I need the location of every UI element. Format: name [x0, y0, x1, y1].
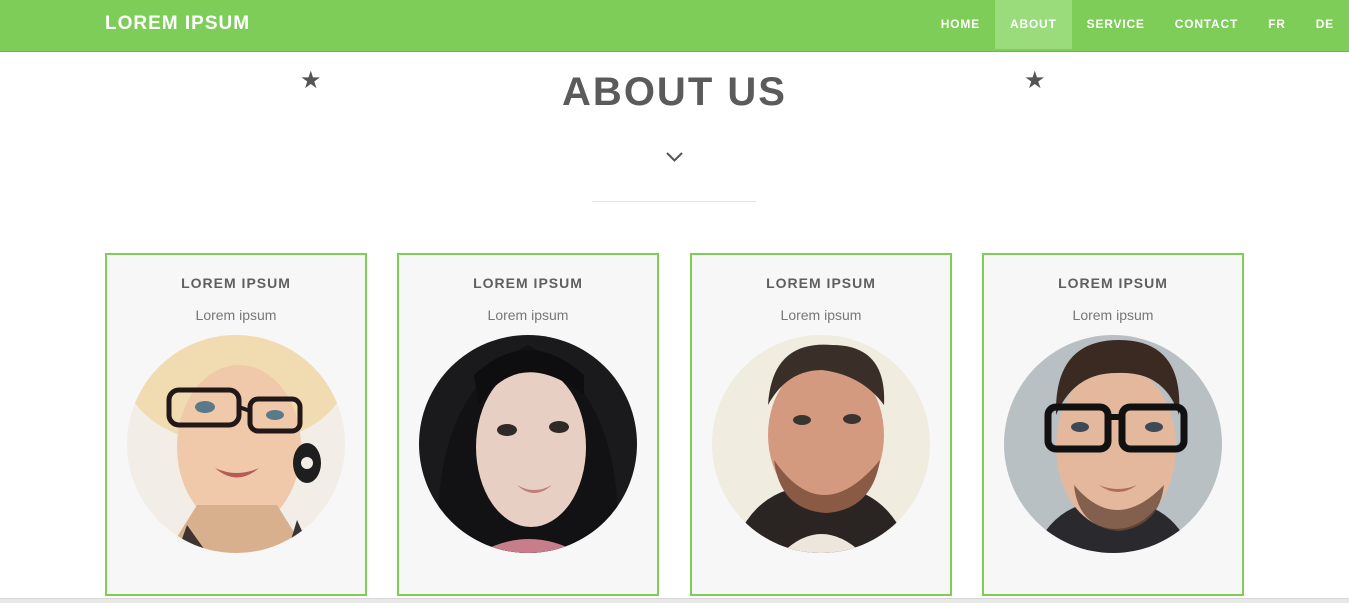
- team-member-name: LOREM IPSUM: [766, 275, 876, 291]
- team-card: LOREM IPSUM Lorem ipsum: [105, 253, 367, 596]
- nav-about[interactable]: ABOUT: [994, 0, 1072, 49]
- team-member-photo: [127, 335, 345, 553]
- page-title: ABOUT US: [562, 70, 787, 114]
- chevron-down-icon[interactable]: [666, 150, 683, 168]
- team-member-role: Lorem ipsum: [487, 307, 569, 323]
- team-member-name: LOREM IPSUM: [473, 275, 583, 291]
- team-member-role: Lorem ipsum: [195, 307, 277, 323]
- main-nav: HOME ABOUT SERVICE CONTACT FR DE: [926, 0, 1349, 49]
- horizontal-scrollbar[interactable]: [0, 598, 1349, 603]
- team-card: LOREM IPSUM Lorem ipsum: [397, 253, 659, 596]
- team-member-name: LOREM IPSUM: [1058, 275, 1168, 291]
- nav-language-fr[interactable]: FR: [1253, 0, 1301, 49]
- nav-contact[interactable]: CONTACT: [1160, 0, 1253, 49]
- section-divider: [592, 201, 756, 202]
- nav-service[interactable]: SERVICE: [1072, 0, 1160, 49]
- team-member-photo: [419, 335, 637, 553]
- team-member-role: Lorem ipsum: [1072, 307, 1154, 323]
- team-member-photo: [712, 335, 930, 553]
- nav-language-de[interactable]: DE: [1301, 0, 1349, 49]
- team-card: LOREM IPSUM Lorem ipsum: [982, 253, 1244, 596]
- brand-logo[interactable]: LOREM IPSUM: [105, 12, 250, 36]
- team-member-photo: [1004, 335, 1222, 553]
- team-member-role: Lorem ipsum: [780, 307, 862, 323]
- team-member-name: LOREM IPSUM: [181, 275, 291, 291]
- top-navbar: LOREM IPSUM HOME ABOUT SERVICE CONTACT F…: [0, 0, 1349, 52]
- nav-home[interactable]: HOME: [926, 0, 995, 49]
- star-icon-right: ★: [1024, 67, 1046, 94]
- team-card: LOREM IPSUM Lorem ipsum: [690, 253, 952, 596]
